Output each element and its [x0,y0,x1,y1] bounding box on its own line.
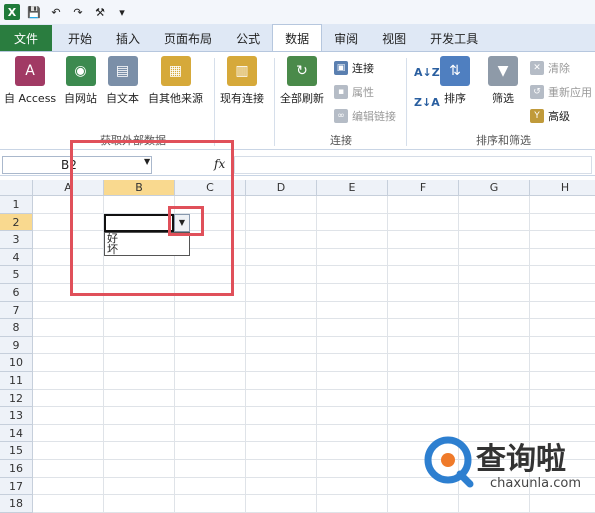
formula-input[interactable] [234,156,592,174]
from-other-sources-button[interactable]: ▦ 自其他来源 [148,56,203,106]
redo-icon[interactable]: ↷ [70,4,86,20]
row-header-4[interactable]: 4 [0,248,33,267]
connections-icon: ▣ [334,61,348,75]
gridline [33,353,595,355]
gridline [245,196,246,513]
advanced-filter-icon: Y [530,109,544,123]
row-header-17[interactable]: 17 [0,477,33,496]
reapply-button[interactable]: ↺ 重新应用 [530,84,592,100]
sort-desc-icon: Z↓A [414,96,440,109]
existing-connections-button[interactable]: ▥ 现有连接 [220,56,264,106]
row-header-11[interactable]: 11 [0,372,33,390]
gridline [33,318,595,320]
tab-view[interactable]: 视图 [370,25,418,51]
database-icon: ▦ [160,56,191,86]
group-label-sort-filter: 排序和筛选 [476,134,531,147]
gridline [387,196,388,513]
row-header-9[interactable]: 9 [0,336,33,355]
connection-file-icon: ▥ [227,56,257,86]
row-header-14[interactable]: 14 [0,424,33,443]
from-text-button[interactable]: ▤ 自文本 [106,56,139,106]
group-label-connections: 连接 [330,134,352,147]
from-web-button[interactable]: ◉ 自网站 [64,56,97,106]
filter-funnel-icon: ▼ [488,56,518,86]
ribbon-separator [214,58,215,146]
annotation-box-large [70,140,234,296]
access-icon: A [15,56,46,86]
row-header-16[interactable]: 16 [0,460,33,478]
gridline [33,388,595,390]
tab-insert[interactable]: 插入 [104,25,152,51]
gridline [316,196,317,513]
sort-asc-icon: A↓Z [414,66,440,79]
refresh-all-button[interactable]: ↻ 全部刷新 [280,56,324,106]
advanced-button[interactable]: Y 高级 [530,108,570,124]
ribbon-data: A 自 Access ◉ 自网站 ▤ 自文本 ▦ 自其他来源 获取外部数据 ▥ … [0,52,595,150]
select-all-corner[interactable] [0,180,33,196]
watermark-brand: 查询啦 [476,442,566,477]
gridline [33,406,595,408]
ribbon-separator [406,58,407,146]
row-header-1[interactable]: 1 [0,196,33,214]
connections-button[interactable]: ▣ 连接 [334,60,374,76]
gridline [33,335,595,337]
search-logo-icon [424,436,474,488]
row-header-13[interactable]: 13 [0,407,33,425]
watermark-url: chaxunla.com [490,476,581,491]
refresh-icon: ↻ [287,56,317,86]
save-icon[interactable]: 💾 [26,4,42,20]
properties-button[interactable]: ▪ 属性 [334,84,374,100]
column-header-f[interactable]: F [388,180,459,196]
gridline [33,423,595,425]
row-header-2[interactable]: 2 [0,213,33,232]
tab-home[interactable]: 开始 [56,25,104,51]
sort-desc-button[interactable]: Z↓A [414,96,440,109]
row-header-7[interactable]: 7 [0,301,33,320]
row-header-12[interactable]: 12 [0,389,33,408]
customize-qat-icon[interactable]: ▾ [114,4,130,20]
row-header-5[interactable]: 5 [0,266,33,284]
tab-review[interactable]: 审阅 [322,25,370,51]
ribbon-tabs: 文件 开始 插入 页面布局 公式 数据 审阅 视图 开发工具 [0,24,595,52]
column-header-h[interactable]: H [530,180,595,196]
annotation-box-small [168,206,204,236]
row-header-10[interactable]: 10 [0,354,33,372]
text-file-icon: ▤ [107,56,138,86]
gridline [33,371,595,372]
column-header-d[interactable]: D [246,180,317,196]
clear-button[interactable]: ✕ 清除 [530,60,570,76]
tab-page-layout[interactable]: 页面布局 [152,25,224,51]
clear-filter-icon: ✕ [530,61,544,75]
edit-links-button[interactable]: ∞ 编辑链接 [334,108,396,124]
quick-access-toolbar: X 💾 ↶ ↷ ⚒ ▾ [0,0,595,24]
excel-logo-icon: X [4,4,20,20]
row-header-6[interactable]: 6 [0,284,33,302]
row-header-15[interactable]: 15 [0,442,33,460]
row-header-8[interactable]: 8 [0,319,33,337]
row-header-3[interactable]: 3 [0,231,33,249]
tab-data[interactable]: 数据 [272,24,323,51]
properties-icon: ▪ [334,85,348,99]
ribbon-separator [274,58,275,146]
sort-button[interactable]: ⇅ 排序 [440,56,470,106]
sort-asc-button[interactable]: A↓Z [414,66,440,79]
column-header-g[interactable]: G [459,180,530,196]
undo-icon[interactable]: ↶ [48,4,64,20]
from-access-button[interactable]: A 自 Access [4,56,56,106]
tools-icon[interactable]: ⚒ [92,4,108,20]
gridline [33,300,595,302]
edit-links-icon: ∞ [334,109,348,123]
watermark: 查询啦 chaxunla.com [420,428,595,508]
reapply-icon: ↺ [530,85,544,99]
tab-developer[interactable]: 开发工具 [418,25,490,51]
filter-button[interactable]: ▼ 筛选 [488,56,518,106]
sort-icon: ⇅ [440,56,470,86]
tab-file[interactable]: 文件 [0,25,53,51]
web-icon: ◉ [65,56,96,86]
row-header-18[interactable]: 18 [0,495,33,513]
tab-formulas[interactable]: 公式 [224,25,272,51]
column-header-e[interactable]: E [317,180,388,196]
